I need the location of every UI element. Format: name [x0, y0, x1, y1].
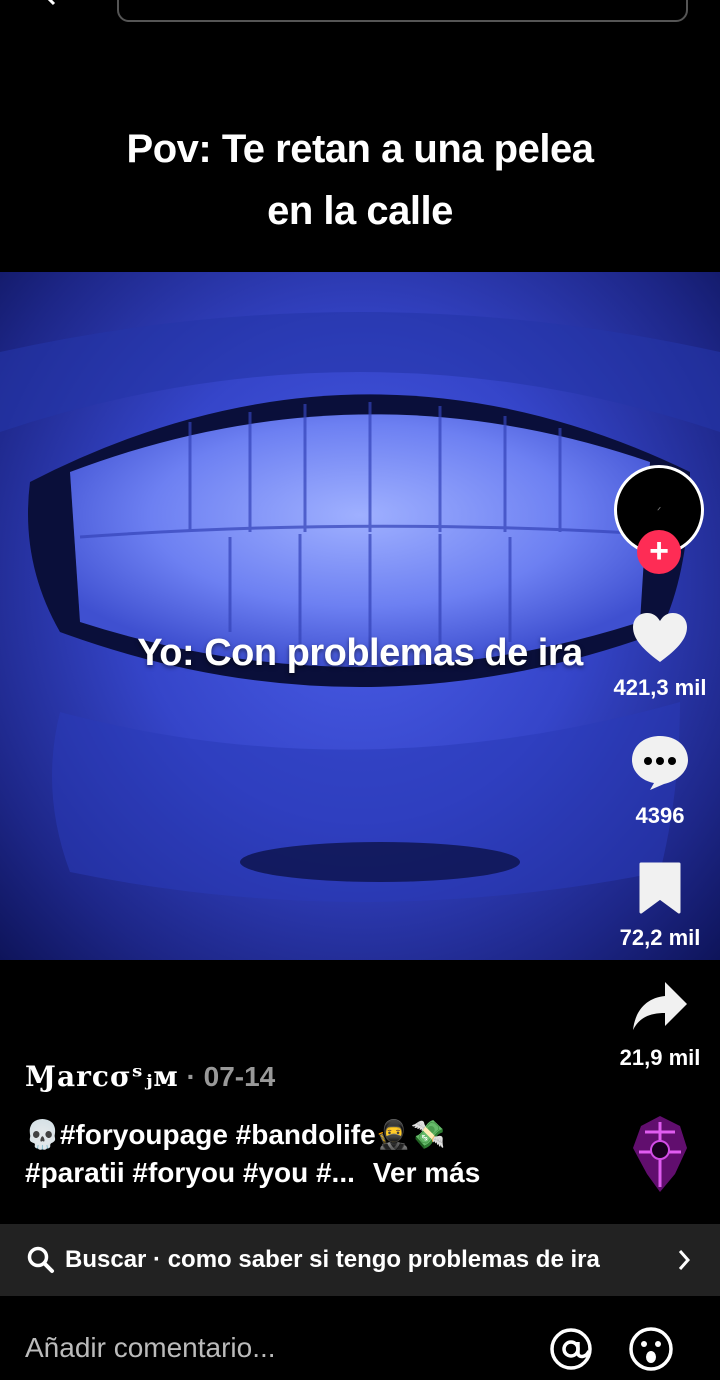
author-line: Ɱarcσˢⱼᴍ · 07-14 [25, 1060, 275, 1093]
bookmark-icon [639, 862, 681, 914]
comment-input[interactable]: Añadir comentario... [25, 1332, 276, 1364]
comment-button[interactable]: 4396 [600, 734, 720, 829]
top-search-field[interactable] [117, 0, 688, 22]
comment-icon [632, 736, 688, 790]
chevron-right-icon [662, 1238, 706, 1282]
at-icon[interactable] [548, 1326, 594, 1372]
description-text[interactable]: #paratii #foryou #you #... [25, 1157, 355, 1188]
related-search-label: Buscar · como saber si tengo problemas d… [65, 1246, 600, 1273]
caption-line: Pov: Te retan a una pelea [126, 127, 594, 171]
music-disc-icon[interactable] [625, 1112, 695, 1196]
like-count: 421,3 mil [613, 675, 707, 700]
share-button[interactable]: 21,9 mil [600, 980, 720, 1071]
follow-button[interactable]: + [637, 530, 681, 574]
heart-icon [633, 613, 687, 662]
search-icon [27, 1246, 54, 1273]
caption-line: en la calle [267, 189, 453, 233]
author-name[interactable]: Ɱarcσˢⱼᴍ [25, 1060, 179, 1093]
see-more-link[interactable]: Ver más [373, 1157, 480, 1188]
back-icon[interactable] [40, 0, 60, 6]
emoji-icon[interactable] [628, 1326, 674, 1372]
bookmark-button[interactable]: 72,2 mil [600, 862, 720, 951]
like-button[interactable]: 421,3 mil [600, 612, 720, 701]
bookmark-count: 72,2 mil [619, 925, 701, 950]
comment-count: 4396 [635, 803, 685, 828]
post-description: 💀#foryoupage #bandolife🥷💸 #paratii #fory… [25, 1116, 585, 1192]
description-line[interactable]: 💀#foryoupage #bandolife🥷💸 [25, 1116, 585, 1154]
description-line-2: #paratii #foryou #you #... Ver más [25, 1154, 585, 1192]
share-icon [633, 982, 687, 1030]
share-count: 21,9 mil [619, 1045, 701, 1070]
video-caption-top: Pov: Te retan a una pelea en la calle [0, 118, 720, 242]
comment-bar: Añadir comentario... [0, 1296, 720, 1380]
avatar-logo-icon: ᐟ [657, 506, 662, 517]
post-date: · 07-14 [178, 1061, 276, 1092]
related-search-bar[interactable]: Buscar · como saber si tengo problemas d… [0, 1224, 720, 1296]
